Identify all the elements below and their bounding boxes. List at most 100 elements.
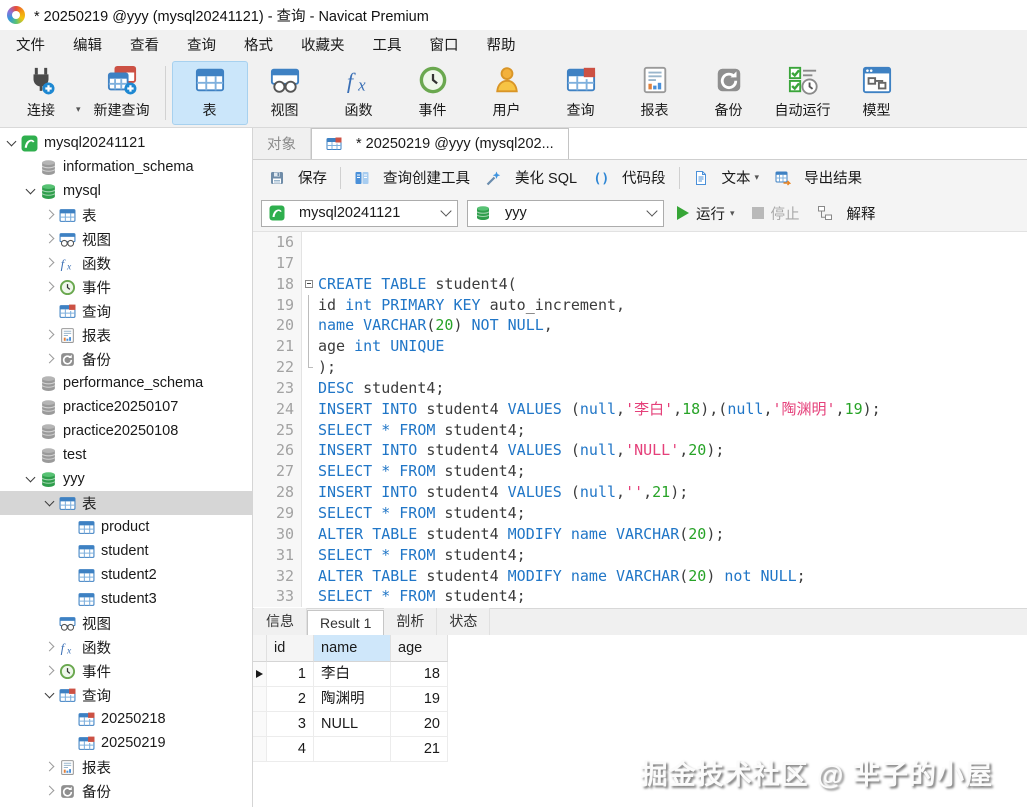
export-results-button[interactable]: 导出结果	[767, 164, 870, 192]
tree-item-mysql-reports[interactable]: 报表	[0, 323, 252, 347]
menu-view[interactable]: 查看	[116, 30, 173, 59]
tree-item-query-20250218[interactable]: 20250218	[0, 707, 252, 731]
code-line-29[interactable]: 29 SELECT * FROM student4;	[253, 502, 1027, 524]
tree-item-query-20250219[interactable]: 20250219	[0, 731, 252, 755]
result-tab-result-1[interactable]: Result 1	[307, 610, 385, 635]
code-line-24[interactable]: 24 INSERT INTO student4 VALUES (null,'李白'…	[253, 398, 1027, 420]
connect-button[interactable]: 连接	[4, 62, 78, 124]
text-mode-dropdown-icon[interactable]: ▾	[755, 172, 760, 183]
chevron-down-icon[interactable]	[4, 136, 19, 151]
backup-button[interactable]: 备份	[692, 62, 766, 124]
cell-id[interactable]: 1	[267, 662, 314, 687]
cell-age[interactable]: 21	[391, 737, 448, 762]
column-header-age[interactable]: age	[391, 635, 448, 662]
chevron-right-icon[interactable]	[42, 208, 57, 223]
tree-item-table-product[interactable]: product	[0, 515, 252, 539]
tree-item-yyy-reports[interactable]: 报表	[0, 755, 252, 779]
sql-editor[interactable]: 16 17 18 CREATE TABLE student4(19 id int PRI…	[253, 232, 1027, 608]
new-query-button[interactable]: 新建查询	[85, 62, 159, 124]
chevron-right-icon[interactable]	[42, 664, 57, 679]
result-tab-status[interactable]: 状态	[437, 608, 491, 635]
menu-help[interactable]: 帮助	[473, 30, 530, 59]
tree-item-db-performance-schema[interactable]: performance_schema	[0, 371, 252, 395]
tree-item-table-student[interactable]: student	[0, 539, 252, 563]
tree-item-db-practice20250108[interactable]: practice20250108	[0, 419, 252, 443]
code-line-22[interactable]: 22);	[253, 357, 1027, 378]
user-button[interactable]: 用户	[470, 62, 544, 124]
report-button[interactable]: 报表	[618, 62, 692, 124]
cell-age[interactable]: 19	[391, 687, 448, 712]
code-line-25[interactable]: 25 SELECT * FROM student4;	[253, 419, 1027, 441]
menu-query[interactable]: 查询	[173, 30, 230, 59]
tree-item-mysql-backups[interactable]: 备份	[0, 347, 252, 371]
chevron-right-icon[interactable]	[42, 784, 57, 799]
code-line-23[interactable]: 23 DESC student4;	[253, 377, 1027, 399]
menu-edit[interactable]: 编辑	[59, 30, 116, 59]
tree-item-mysql-functions[interactable]: f x 函数	[0, 251, 252, 275]
code-line-28[interactable]: 28 INSERT INTO student4 VALUES (null,'',2…	[253, 482, 1027, 503]
code-line-19[interactable]: 19 id int PRIMARY KEY auto_increment,	[253, 294, 1027, 316]
table-row[interactable]: 3 NULL 20	[253, 712, 1027, 737]
save-button[interactable]: 保存	[261, 164, 335, 192]
tree-item-yyy-events[interactable]: 事件	[0, 659, 252, 683]
function-button[interactable]: f x 函数	[322, 62, 396, 124]
menu-file[interactable]: 文件	[2, 30, 59, 59]
code-line-27[interactable]: 27 SELECT * FROM student4;	[253, 461, 1027, 483]
automation-button[interactable]: 自动运行	[766, 62, 840, 124]
column-header-id[interactable]: id	[267, 635, 314, 662]
chevron-down-icon[interactable]	[42, 496, 57, 511]
chevron-down-icon[interactable]	[42, 688, 57, 703]
cell-name[interactable]: NULL	[314, 712, 391, 737]
chevron-right-icon[interactable]	[42, 280, 57, 295]
tab-query-20250219[interactable]: * 20250219 @yyy (mysql202...	[311, 128, 569, 159]
tree-item-yyy-backups[interactable]: 备份	[0, 779, 252, 803]
model-button[interactable]: 模型	[840, 62, 914, 124]
table-button[interactable]: 表	[171, 60, 248, 125]
chevron-down-icon[interactable]	[23, 184, 38, 199]
chevron-right-icon[interactable]	[42, 352, 57, 367]
menu-format[interactable]: 格式	[230, 30, 287, 59]
menu-tools[interactable]: 工具	[359, 30, 416, 59]
tree-item-yyy-views[interactable]: 视图	[0, 611, 252, 635]
run-button[interactable]: 运行 ▾	[673, 203, 739, 224]
tree-item-yyy-tables[interactable]: 表	[0, 491, 252, 515]
tree-item-connection-mysql20241121[interactable]: mysql20241121	[0, 131, 252, 155]
tree-item-table-student3[interactable]: student3	[0, 587, 252, 611]
menu-window[interactable]: 窗口	[416, 30, 473, 59]
table-row[interactable]: 2 陶渊明 19	[253, 687, 1027, 712]
tree-item-mysql-tables[interactable]: 表	[0, 203, 252, 227]
code-line-20[interactable]: 20 name VARCHAR(20) NOT NULL,	[253, 315, 1027, 337]
fold-collapse-icon[interactable]	[302, 274, 318, 295]
tab-objects[interactable]: 对象	[253, 128, 311, 159]
tree-item-table-student2[interactable]: student2	[0, 563, 252, 587]
tree-item-db-mysql[interactable]: mysql	[0, 179, 252, 203]
query-builder-button[interactable]: 查询创建工具	[346, 164, 478, 192]
code-line-21[interactable]: 21 age int UNIQUE	[253, 336, 1027, 358]
connection-select[interactable]: mysql20241121	[261, 199, 458, 227]
table-row[interactable]: 4 21	[253, 737, 1027, 762]
code-line-30[interactable]: 30 ALTER TABLE student4 MODIFY name VARCH…	[253, 523, 1027, 545]
cell-id[interactable]: 4	[267, 737, 314, 762]
beautify-sql-button[interactable]: 美化 SQL	[478, 164, 585, 192]
run-dropdown-icon[interactable]: ▾	[730, 208, 735, 219]
tree-item-db-practice20250107[interactable]: practice20250107	[0, 395, 252, 419]
cell-age[interactable]: 20	[391, 712, 448, 737]
code-line-18[interactable]: 18 CREATE TABLE student4(	[253, 273, 1027, 295]
tree-item-db-test[interactable]: test	[0, 443, 252, 467]
chevron-right-icon[interactable]	[42, 328, 57, 343]
event-button[interactable]: 事件	[396, 62, 470, 124]
cell-id[interactable]: 3	[267, 712, 314, 737]
tree-item-mysql-queries[interactable]: 查询	[0, 299, 252, 323]
view-button[interactable]: 视图	[248, 62, 322, 124]
cell-name[interactable]: 陶渊明	[314, 687, 391, 712]
code-line-33[interactable]: 33 SELECT * FROM student4;	[253, 586, 1027, 608]
connect-dropdown-icon[interactable]: ▾	[76, 104, 81, 115]
tree-item-db-information-schema[interactable]: information_schema	[0, 155, 252, 179]
cell-age[interactable]: 18	[391, 662, 448, 687]
chevron-right-icon[interactable]	[42, 232, 57, 247]
cell-name[interactable]: 李白	[314, 662, 391, 687]
result-tab-info[interactable]: 信息	[254, 608, 307, 635]
chevron-right-icon[interactable]	[42, 256, 57, 271]
tree-item-yyy-functions[interactable]: f x 函数	[0, 635, 252, 659]
database-select[interactable]: yyy	[467, 199, 664, 227]
